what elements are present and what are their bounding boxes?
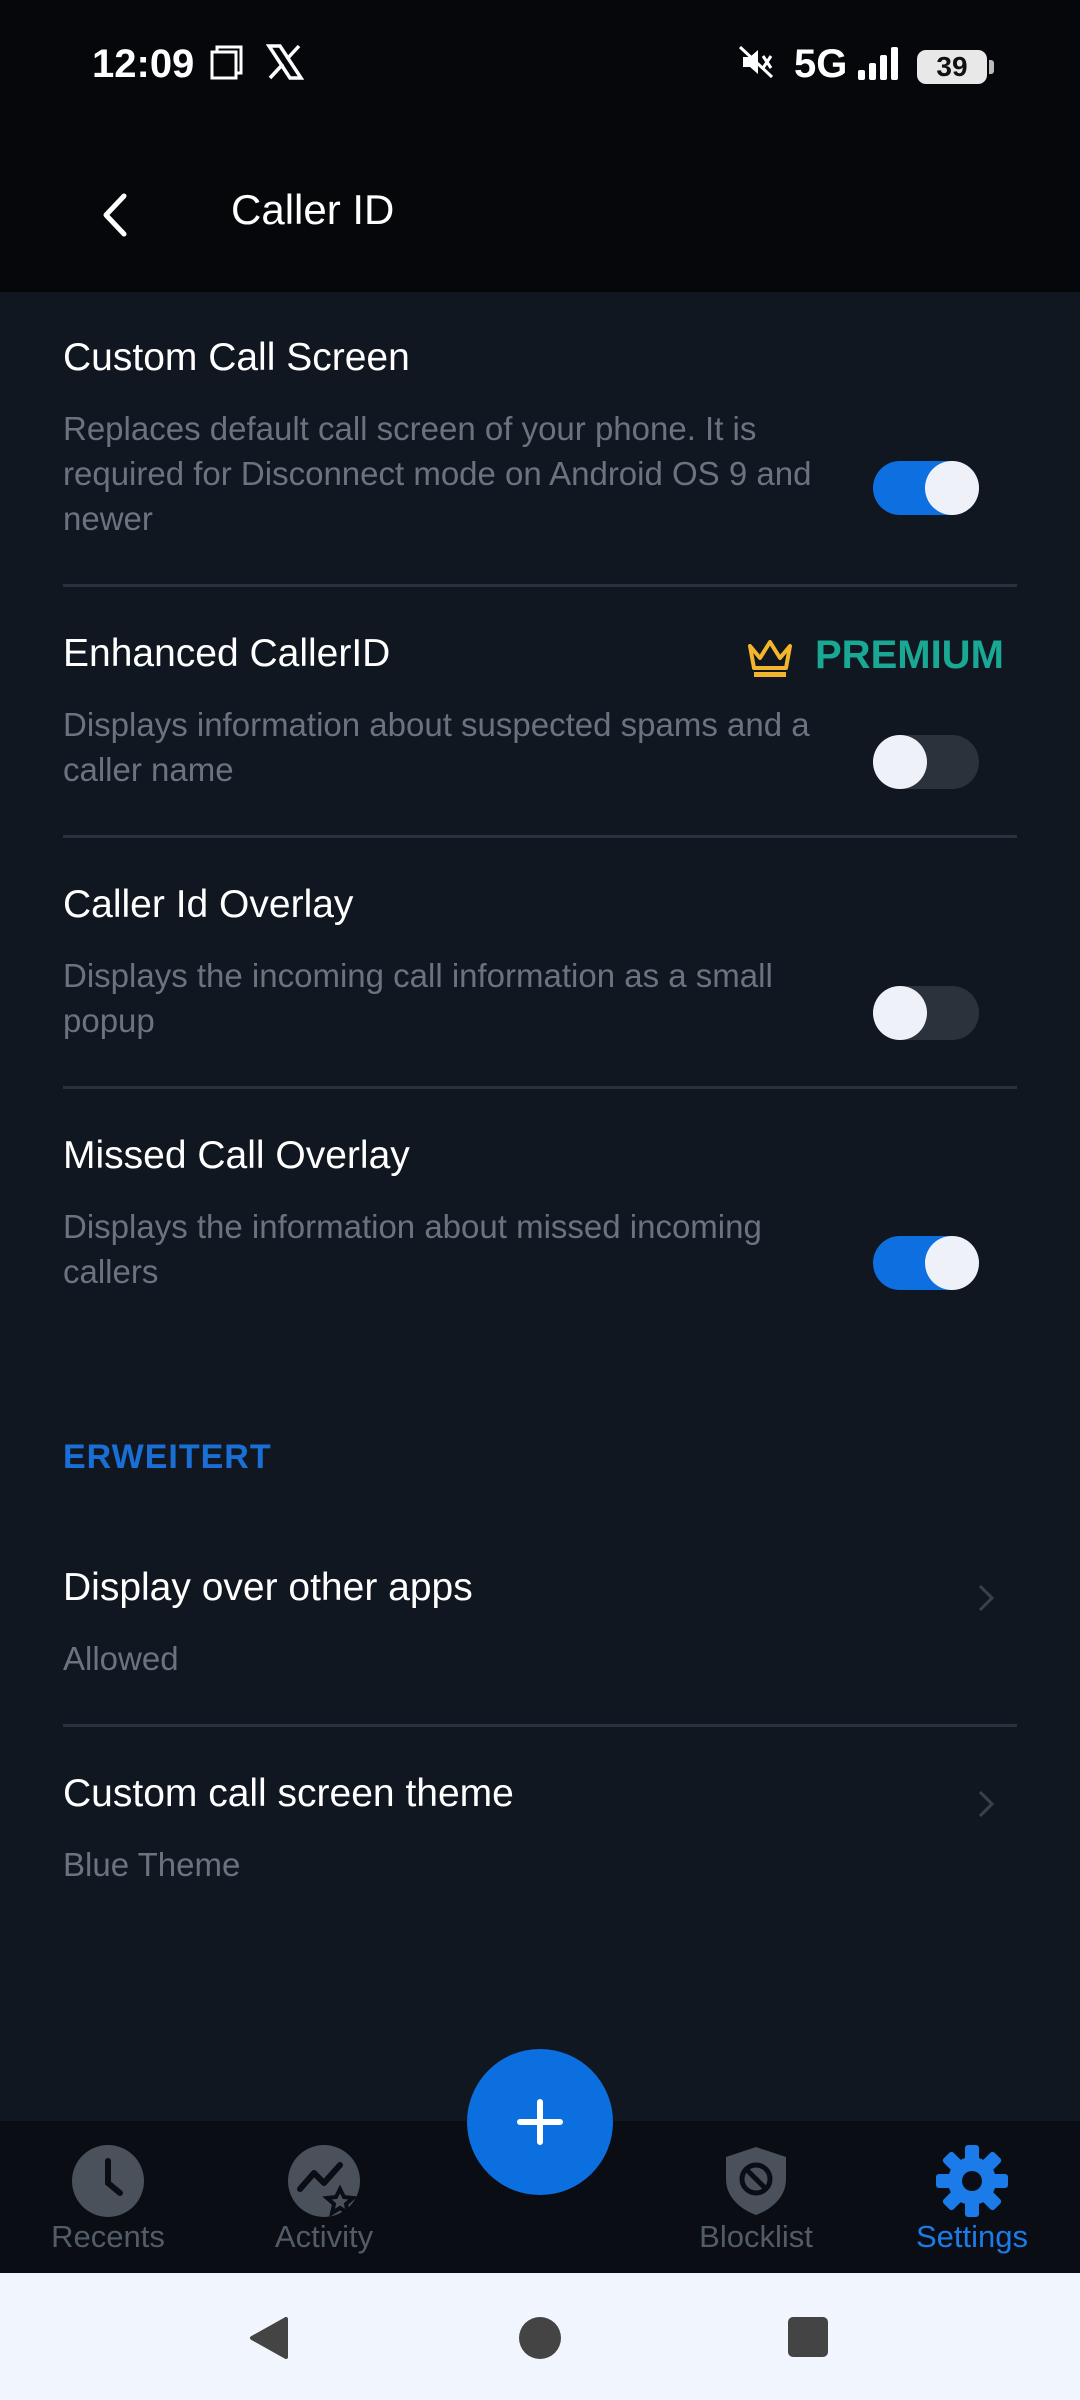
section-header-advanced: ERWEITERT (63, 1438, 272, 1476)
plus-icon (517, 2099, 563, 2145)
page-title: Caller ID (231, 186, 395, 233)
divider (63, 1724, 1017, 1727)
nav-activity[interactable]: Activity (224, 2121, 424, 2273)
setting-title: Custom Call Screen (63, 336, 410, 379)
premium-badge[interactable]: PREMIUM (815, 633, 1004, 678)
x-app-icon (266, 44, 304, 80)
signal-icon (858, 47, 898, 80)
nav-label: Recents (51, 2219, 165, 2254)
setting-title: Missed Call Overlay (63, 1134, 410, 1177)
back-button[interactable] (80, 180, 150, 250)
battery-level: 39 (936, 51, 968, 82)
setting-title: Enhanced CallerID (63, 632, 391, 675)
app-bar: Caller ID (0, 132, 1080, 292)
setting-call-screen-theme[interactable]: Custom call screen theme Blue Theme (63, 1772, 1017, 1892)
setting-title: Custom call screen theme (63, 1772, 514, 1815)
chevron-right-icon (978, 1584, 995, 1612)
clock-icon (72, 2145, 144, 2217)
caller-id-overlay-toggle[interactable] (873, 986, 979, 1040)
divider (63, 835, 1017, 838)
shield-block-icon (726, 2147, 786, 2215)
battery-icon: 39 (917, 50, 994, 84)
network-type: 5G (794, 42, 848, 86)
setting-description: Replaces default call screen of your pho… (63, 410, 812, 537)
setting-title: Display over other apps (63, 1566, 473, 1609)
nav-recents[interactable]: Recents (8, 2121, 208, 2273)
setting-description: Displays information about suspected spa… (63, 706, 810, 788)
setting-display-over-apps[interactable]: Display over other apps Allowed (63, 1566, 1017, 1686)
divider (63, 1086, 1017, 1089)
system-home-icon[interactable] (517, 2315, 563, 2361)
setting-value: Blue Theme (63, 1846, 241, 1883)
screenshot-icon (210, 45, 243, 80)
activity-icon (288, 2145, 360, 2218)
chevron-right-icon (978, 1790, 995, 1818)
divider (63, 584, 1017, 587)
gear-icon (936, 2145, 1008, 2217)
nav-label: Settings (915, 2219, 1028, 2254)
system-recents-icon[interactable] (786, 2315, 830, 2359)
setting-description: Displays the information about missed in… (63, 1208, 762, 1290)
setting-description: Displays the incoming call information a… (63, 957, 773, 1039)
crown-icon (748, 640, 792, 677)
custom-call-screen-toggle[interactable] (873, 461, 979, 515)
status-time: 12:09 (92, 42, 195, 86)
add-fab-button[interactable] (467, 2049, 613, 2195)
nav-settings[interactable]: Settings (872, 2121, 1072, 2273)
missed-call-overlay-toggle[interactable] (873, 1236, 979, 1290)
nav-blocklist[interactable]: Blocklist (656, 2121, 856, 2273)
nav-label: Activity (274, 2219, 374, 2254)
system-back-icon[interactable] (246, 2315, 292, 2361)
mute-icon (738, 45, 774, 79)
nav-label: Blocklist (699, 2219, 813, 2254)
setting-title: Caller Id Overlay (63, 883, 354, 926)
setting-value: Allowed (63, 1640, 179, 1677)
system-navigation-bar (0, 2273, 1080, 2400)
enhanced-callerid-toggle[interactable] (873, 735, 979, 789)
status-bar: 12:09 5G 39 (0, 0, 1080, 132)
